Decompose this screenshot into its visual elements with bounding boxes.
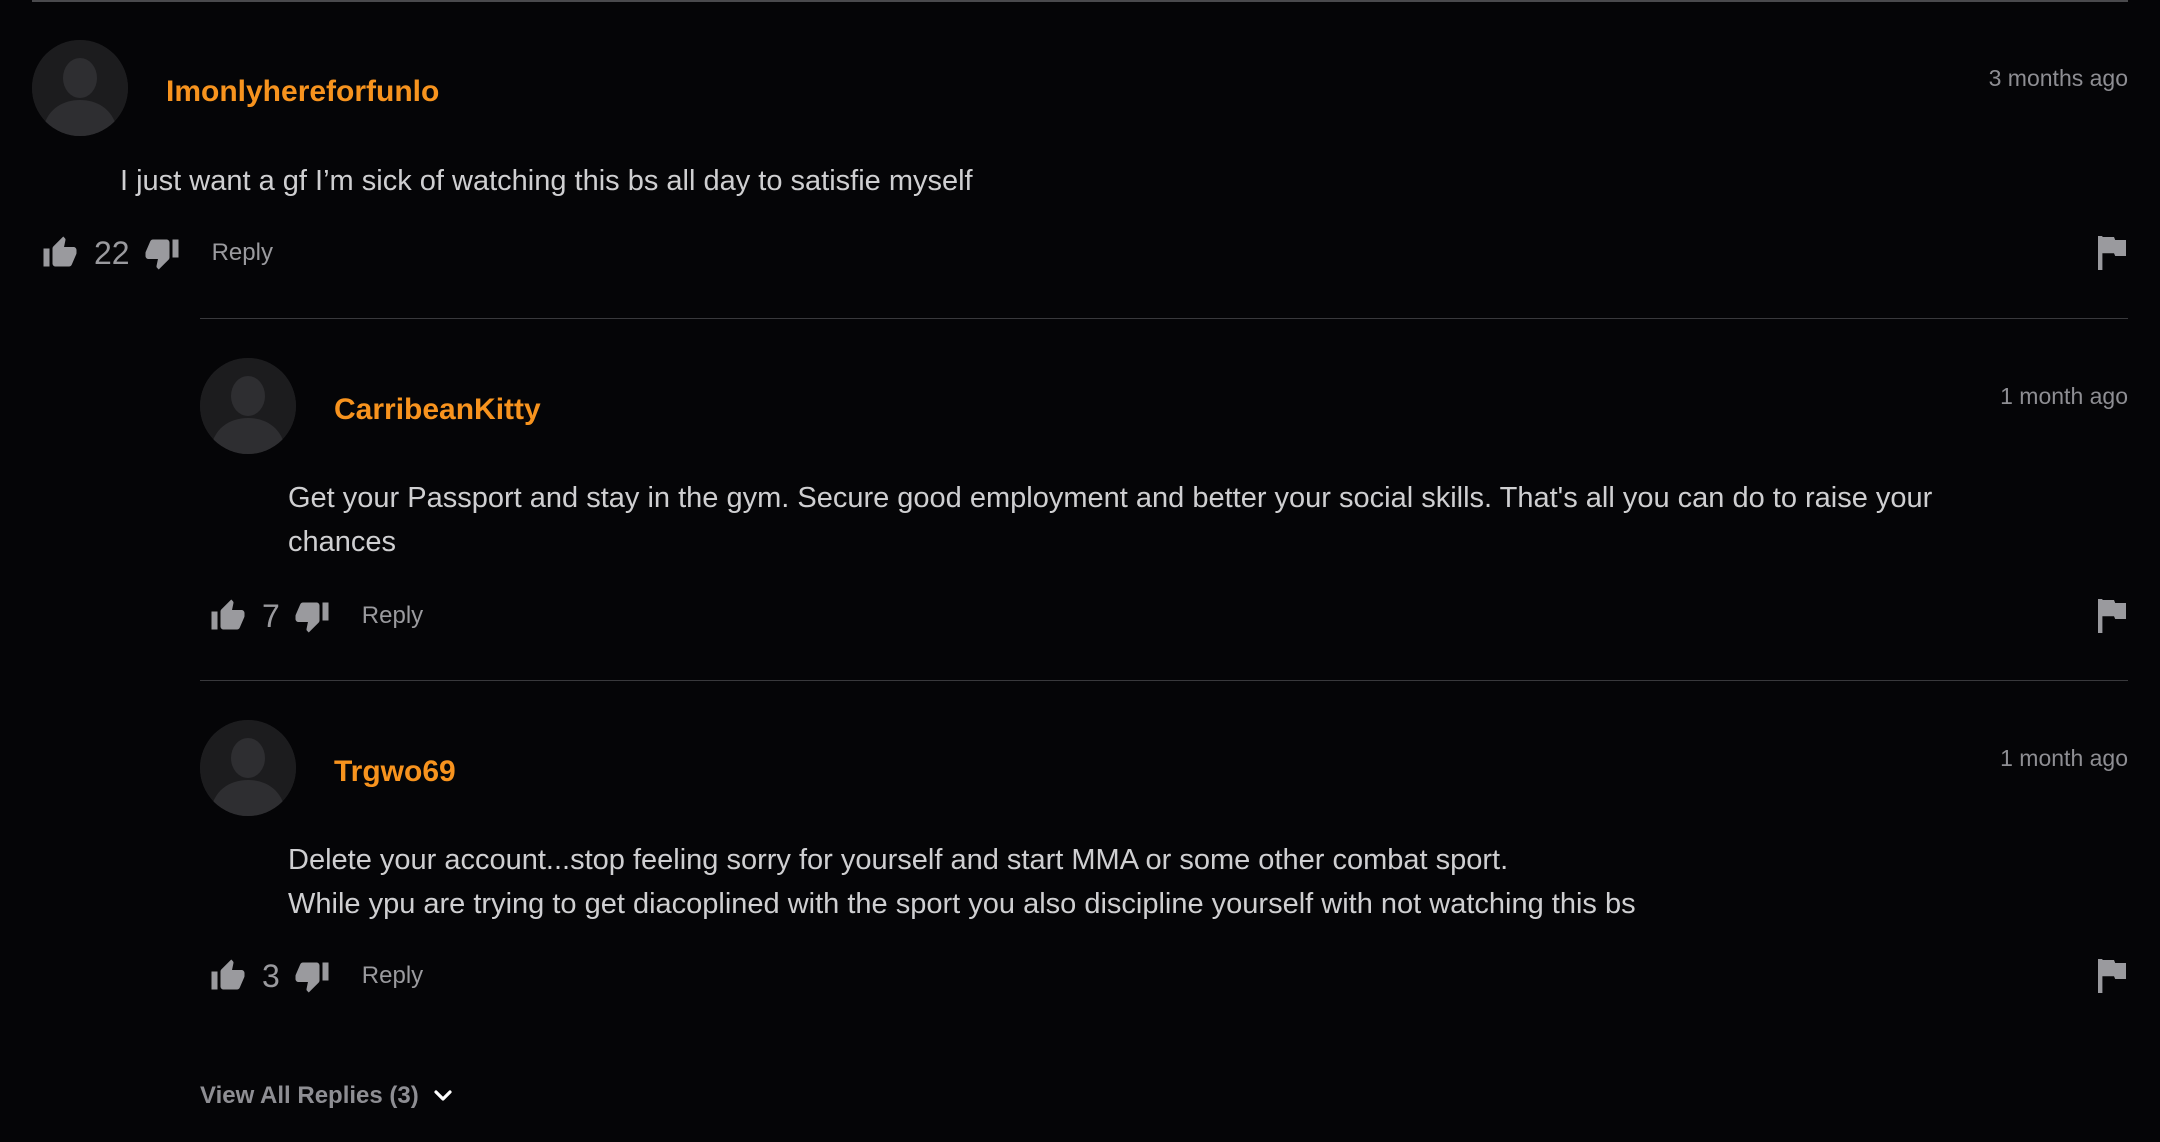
view-all-replies-label: View All Replies (3) [200, 1082, 419, 1109]
thumbs-up-icon[interactable] [210, 958, 246, 994]
flag-icon[interactable] [2096, 597, 2128, 638]
comment-text-line: I just want a gf I’m sick of watching th… [120, 165, 973, 197]
reply-button[interactable]: Reply [362, 962, 423, 990]
flag-icon[interactable] [2096, 234, 2128, 275]
reply: CarribeanKitty 1 month ago Get your Pass… [200, 318, 2128, 680]
comment: Imonlyhereforfunlo 3 months ago I just w… [32, 0, 2128, 300]
thumbs-down-icon[interactable] [294, 598, 330, 634]
comment-actions: 22 Reply [42, 231, 273, 275]
like-count: 7 [262, 598, 280, 634]
reply-text-line: Delete your account...stop feeling sorry… [288, 844, 1509, 876]
reply-text-line: Get your Passport and stay in the gym. S… [288, 482, 1933, 514]
reply-text: Get your Passport and stay in the gym. S… [288, 476, 2118, 564]
comments-section: Imonlyhereforfunlo 3 months ago I just w… [0, 0, 2160, 1142]
reply-button[interactable]: Reply [212, 239, 273, 267]
comment-text: I just want a gf I’m sick of watching th… [120, 159, 2100, 203]
reply-timestamp: 1 month ago [2000, 383, 2128, 409]
flag-icon[interactable] [2096, 957, 2128, 998]
avatar[interactable] [32, 40, 128, 136]
reply-text-line: While ypu are trying to get diacoplined … [288, 888, 1636, 920]
reply-actions: 3 Reply [210, 954, 423, 998]
reply: Trgwo69 1 month ago Delete your account.… [200, 680, 2128, 1042]
thumbs-down-icon[interactable] [294, 958, 330, 994]
thumbs-up-icon[interactable] [42, 235, 78, 271]
like-count: 22 [94, 235, 130, 271]
reply-actions: 7 Reply [210, 594, 423, 638]
thumbs-down-icon[interactable] [144, 235, 180, 271]
avatar-icon [32, 40, 128, 136]
avatar-icon [200, 358, 296, 454]
reply-text-line: chances [288, 526, 397, 558]
like-count: 3 [262, 958, 280, 994]
reply-text: Delete your account...stop feeling sorry… [288, 838, 2118, 926]
comment-username[interactable]: Imonlyhereforfunlo [166, 74, 439, 110]
reply-username[interactable]: Trgwo69 [334, 754, 456, 790]
thumbs-up-icon[interactable] [210, 598, 246, 634]
chevron-down-icon [433, 1089, 453, 1103]
reply-timestamp: 1 month ago [2000, 745, 2128, 771]
avatar[interactable] [200, 720, 296, 816]
view-all-replies-button[interactable]: View All Replies (3) [200, 1082, 453, 1110]
comment-timestamp: 3 months ago [1988, 65, 2128, 91]
avatar-icon [200, 720, 296, 816]
reply-username[interactable]: CarribeanKitty [334, 392, 541, 428]
avatar[interactable] [200, 358, 296, 454]
reply-button[interactable]: Reply [362, 602, 423, 630]
